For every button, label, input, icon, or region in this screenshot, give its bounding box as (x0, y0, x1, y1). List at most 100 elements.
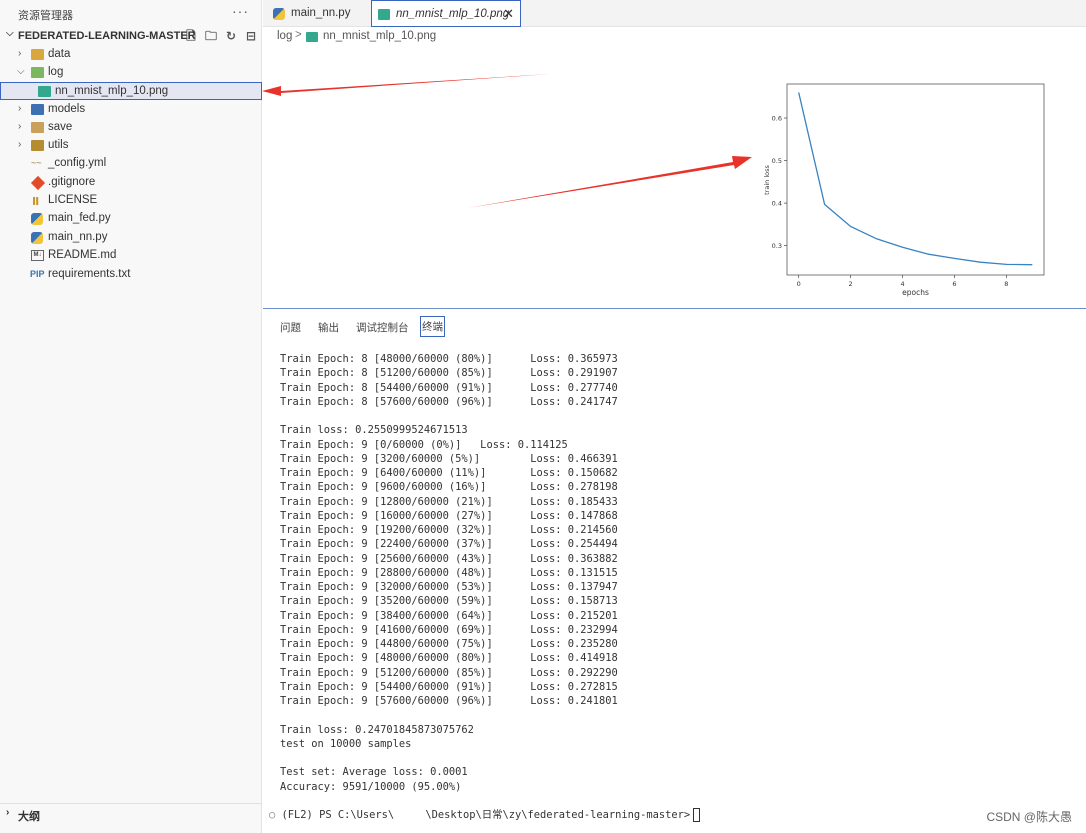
y-tick-label: 0.4 (772, 199, 782, 207)
chevron-down-icon: ⌵ (17, 66, 25, 77)
new-folder-icon[interactable]: 🗀 (204, 29, 218, 43)
prompt-text: (FL2) PS C:\Users\ \Desktop\日常\zy\federa… (281, 809, 691, 821)
tab-debug-console[interactable]: 调试控制台 (356, 320, 409, 335)
bottom-panel: 问题 输出 调试控制台 终端 Train Epoch: 8 [48000/600… (263, 310, 1086, 833)
tab-problems[interactable]: 问题 (280, 320, 301, 335)
terminal-line: Train Epoch: 9 [28800/60000 (48%)] Loss:… (280, 566, 618, 579)
close-icon[interactable]: ✕ (503, 6, 514, 22)
tree-item-license[interactable]: Ⅱ LICENSE (0, 192, 262, 210)
image-file-icon (38, 86, 51, 97)
new-file-icon[interactable]: 🗋 (184, 29, 198, 43)
git-file-icon (30, 175, 46, 191)
tree-item-nn-mnist-png[interactable]: nn_mnist_mlp_10.png (0, 82, 262, 100)
terminal-line: Train Epoch: 9 [44800/60000 (75%)] Loss:… (280, 638, 618, 650)
tree-item-readme[interactable]: M↓ README.md (0, 247, 262, 265)
series-line-train-loss (798, 92, 1033, 266)
python-file-icon (31, 232, 43, 244)
explorer-title: 资源管理器 (18, 10, 73, 22)
terminal-cursor (693, 808, 701, 822)
outline-title: 大纲 (18, 811, 40, 823)
x-axis-label: epochs (902, 288, 929, 297)
tab-nn-mnist-png[interactable]: nn_mnist_mlp_10.png ✕ (371, 0, 521, 27)
folder-open-icon (31, 67, 44, 78)
terminal-line: Train Epoch: 9 [22400/60000 (37%)] Loss:… (280, 538, 618, 551)
breadcrumb-folder[interactable]: log (277, 30, 292, 42)
terminal-line: Train Epoch: 9 [0/60000 (0%)] Loss: 0.11… (280, 438, 568, 451)
y-tick-label: 0.6 (772, 114, 782, 122)
terminal-line: Train Epoch: 9 [25600/60000 (43%)] Loss:… (280, 552, 618, 565)
tab-main-nn[interactable]: main_nn.py (267, 0, 367, 27)
project-root[interactable]: ⌵ FEDERATED-LEARNING-MASTER 🗋 🗀 ↻ ⊟ (0, 27, 262, 45)
chevron-right-icon: › (18, 139, 22, 150)
terminal-line: Train Epoch: 9 [54400/60000 (91%)] Loss:… (280, 680, 618, 693)
terminal-line: Train Epoch: 9 [16000/60000 (27%)] Loss:… (280, 509, 618, 522)
terminal-line: Train Epoch: 8 [51200/60000 (85%)] Loss:… (280, 367, 618, 380)
terminal-line: Train Epoch: 9 [38400/60000 (64%)] Loss:… (280, 609, 618, 622)
chart-frame (786, 83, 1045, 276)
more-actions-icon[interactable]: ··· (232, 3, 249, 19)
folder-icon (31, 140, 44, 151)
tab-output[interactable]: 输出 (318, 320, 339, 335)
terminal-line: Train Epoch: 9 [32000/60000 (53%)] Loss:… (280, 581, 618, 593)
chevron-down-icon: ⌵ (6, 28, 14, 39)
terminal-line: Train Epoch: 9 [12800/60000 (21%)] Loss:… (280, 495, 618, 508)
terminal-output[interactable]: Train Epoch: 8 [48000/60000 (80%)] Loss:… (280, 352, 618, 794)
project-name: FEDERATED-LEARNING-MASTER (18, 30, 196, 42)
terminal-line: Train Epoch: 9 [3200/60000 (5%)] Loss: 0… (280, 452, 618, 465)
image-file-icon (378, 9, 390, 20)
explorer-sidebar: 资源管理器 ··· ⌵ FEDERATED-LEARNING-MASTER 🗋 … (0, 0, 262, 833)
terminal-line: Train Epoch: 9 [6400/60000 (11%)] Loss: … (280, 467, 618, 479)
x-tick-label: 4 (900, 280, 904, 288)
terminal-line: Train loss: 0.24701845873075762 (280, 723, 474, 736)
x-tick-label: 0 (797, 280, 801, 288)
terminal-line: test on 10000 samples (280, 737, 412, 750)
editor-tab-bar: main_nn.py nn_mnist_mlp_10.png ✕ (263, 0, 1086, 27)
python-file-icon (273, 8, 285, 20)
python-file-icon (31, 213, 43, 225)
tree-item-main-nn[interactable]: main_nn.py (0, 229, 262, 247)
y-axis-label: train loss (763, 165, 771, 195)
tree-item-gitignore[interactable]: .gitignore (0, 174, 262, 192)
collapse-all-icon[interactable]: ⊟ (244, 29, 258, 43)
tree-item-save[interactable]: › save (0, 119, 262, 137)
breadcrumb-file[interactable]: nn_mnist_mlp_10.png (323, 30, 436, 42)
image-file-icon (306, 32, 318, 42)
terminal-line: Train Epoch: 8 [57600/60000 (96%)] Loss:… (280, 395, 618, 408)
prompt-status-icon: ○ (269, 809, 276, 821)
tree-item-log[interactable]: ⌵ log (0, 64, 262, 82)
tree-item-config[interactable]: ~~ _config.yml (0, 155, 262, 173)
tree-item-requirements[interactable]: PIP requirements.txt (0, 266, 262, 284)
tree-item-utils[interactable]: › utils (0, 137, 262, 155)
tree-item-data[interactable]: › data (0, 46, 262, 64)
chevron-right-icon: › (18, 121, 22, 132)
breadcrumb-separator: > (295, 29, 302, 41)
y-tick-label: 0.5 (772, 157, 782, 165)
chevron-right-icon: › (18, 103, 22, 114)
tab-terminal[interactable]: 终端 (420, 316, 445, 337)
terminal-line: Train Epoch: 9 [35200/60000 (59%)] Loss:… (280, 595, 618, 608)
terminal-line: Train Epoch: 8 [48000/60000 (80%)] Loss:… (280, 353, 618, 365)
terminal-line: Accuracy: 9591/10000 (95.00%) (280, 780, 462, 793)
terminal-line: Train Epoch: 8 [54400/60000 (91%)] Loss:… (280, 381, 618, 394)
terminal-line: Train Epoch: 9 [48000/60000 (80%)] Loss:… (280, 652, 618, 665)
markdown-file-icon: M↓ (31, 250, 44, 261)
terminal-prompt[interactable]: ○ (FL2) PS C:\Users\ \Desktop\日常\zy\fede… (269, 806, 701, 822)
terminal-line: Train Epoch: 9 [19200/60000 (32%)] Loss:… (280, 524, 618, 536)
yaml-file-icon: ~~ (31, 158, 42, 168)
y-tick-label: 0.3 (772, 242, 782, 250)
tree-item-models[interactable]: › models (0, 101, 262, 119)
x-tick-label: 6 (952, 280, 956, 288)
terminal-line: Train Epoch: 9 [57600/60000 (96%)] Loss:… (280, 695, 618, 707)
terminal-line: Train Epoch: 9 [41600/60000 (69%)] Loss:… (280, 623, 618, 636)
terminal-line: Train Epoch: 9 [51200/60000 (85%)] Loss:… (280, 666, 618, 679)
x-tick-label: 2 (849, 280, 853, 288)
chevron-right-icon: › (6, 807, 10, 818)
refresh-icon[interactable]: ↻ (224, 29, 238, 43)
tree-item-main-fed[interactable]: main_fed.py (0, 210, 262, 228)
train-loss-chart: 0 2 4 6 8 0.3 0.4 0.5 0.6 epochs train loss (763, 83, 1045, 297)
outline-section[interactable]: › 大纲 (0, 803, 262, 823)
terminal-line: Train loss: 0.2550999524671513 (280, 424, 468, 437)
